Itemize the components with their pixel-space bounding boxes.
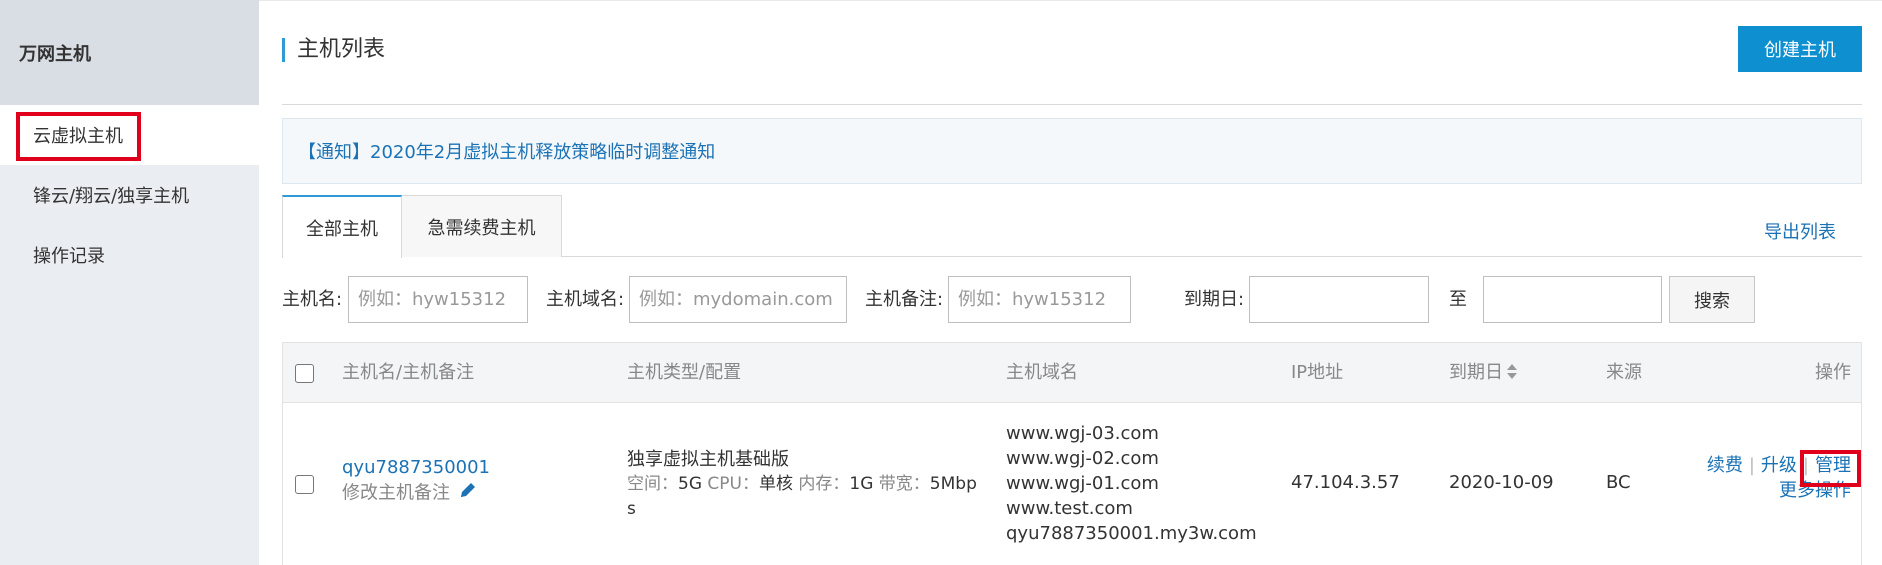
column-header-ip: IP地址 <box>1291 362 1344 383</box>
tab-label: 全部主机 <box>306 218 378 240</box>
expire-date: 2020-10-09 <box>1449 472 1554 493</box>
export-list-link[interactable]: 导出列表 <box>1764 218 1836 244</box>
column-header-source: 来源 <box>1606 362 1642 383</box>
create-host-button[interactable]: 创建主机 <box>1738 26 1862 72</box>
select-all-checkbox[interactable] <box>295 364 314 383</box>
column-header-expire-label: 到期日 <box>1449 362 1503 383</box>
domain-item: www.test.com <box>1006 498 1133 519</box>
cpu-label: CPU： <box>707 474 759 494</box>
ip-address: 47.104.3.57 <box>1291 472 1400 493</box>
row-checkbox[interactable] <box>295 475 314 494</box>
upgrade-link[interactable]: 升级 <box>1761 455 1797 476</box>
space-value: 5G <box>678 474 702 494</box>
host-table: 主机名/主机备注 主机类型/配置 主机域名 IP地址 到期日 来源 操作 qyu… <box>282 342 1862 565</box>
memory-label: 内存： <box>798 474 850 494</box>
main-content: 主机列表 创建主机 【通知】2020年2月虚拟主机释放策略临时调整通知 全部主机… <box>282 0 1862 565</box>
renew-link[interactable]: 续费 <box>1707 455 1743 476</box>
host-name-link[interactable]: qyu7887350001 <box>342 455 490 480</box>
page-title: 主机列表 <box>282 38 385 62</box>
domain-item: qyu7887350001.my3w.com <box>1006 523 1257 544</box>
column-header-ops: 操作 <box>1815 362 1851 383</box>
cpu-value: 单核 <box>758 474 793 494</box>
notice-banner[interactable]: 【通知】2020年2月虚拟主机释放策略临时调整通知 <box>282 118 1862 184</box>
sidebar: 万网主机 云虚拟主机 锋云/翔云/独享主机 操作记录 <box>0 0 259 565</box>
bandwidth-label: 带宽： <box>878 474 930 494</box>
host-type: 独享虚拟主机基础版 <box>627 449 789 470</box>
column-header-expire[interactable]: 到期日 <box>1449 343 1517 403</box>
sidebar-item-label: 锋云/翔云/独享主机 <box>33 186 190 207</box>
edit-note-label: 修改主机备注 <box>342 482 450 504</box>
pencil-icon[interactable] <box>458 480 478 507</box>
memory-value: 1G <box>849 474 874 494</box>
host-name-input[interactable] <box>348 276 528 323</box>
edit-note-item[interactable]: 修改主机备注 <box>342 480 490 507</box>
filter-bar: 主机名: 主机域名: 主机备注: 到期日: 至 搜索 <box>282 276 1862 323</box>
host-note-input[interactable] <box>948 276 1131 323</box>
column-header-type: 主机类型/配置 <box>627 362 742 383</box>
domain-item: www.wgj-03.com <box>1006 423 1159 444</box>
tab-all-hosts[interactable]: 全部主机 <box>282 195 402 258</box>
source-value: BC <box>1606 472 1631 493</box>
tab-label: 急需续费主机 <box>427 217 536 239</box>
notice-link[interactable]: 【通知】2020年2月虚拟主机释放策略临时调整通知 <box>298 138 715 164</box>
host-name-cell: qyu7887350001 修改主机备注 <box>342 455 490 507</box>
table-header: 主机名/主机备注 主机类型/配置 主机域名 IP地址 到期日 来源 操作 <box>283 343 1861 403</box>
sidebar-title: 万网主机 <box>19 43 91 65</box>
column-header-domain: 主机域名 <box>1006 362 1078 383</box>
host-config: 空间：5G CPU：单核 内存：1G 带宽：5Mbp s <box>627 472 987 522</box>
expire-date-from-input[interactable] <box>1249 276 1429 323</box>
sidebar-item-label: 操作记录 <box>33 246 105 267</box>
tab-bar: 全部主机 急需续费主机 <box>282 195 1862 258</box>
host-domain-input[interactable] <box>629 276 847 323</box>
sidebar-header: 万网主机 <box>0 0 259 105</box>
tab-urgent-renewal[interactable]: 急需续费主机 <box>402 195 562 257</box>
domain-item: www.wgj-02.com <box>1006 448 1159 469</box>
sidebar-item-dedicated-host[interactable]: 锋云/翔云/独享主机 <box>0 165 259 225</box>
expire-date-to-input[interactable] <box>1483 276 1662 323</box>
host-domain-cell: www.wgj-03.com www.wgj-02.com www.wgj-01… <box>1006 421 1257 546</box>
host-domain-label: 主机域名: <box>546 289 625 310</box>
search-button[interactable]: 搜索 <box>1669 276 1755 323</box>
space-label: 空间： <box>627 474 678 494</box>
host-name-label: 主机名: <box>282 289 343 310</box>
host-type-cell: 独享虚拟主机基础版 空间：5G CPU：单核 内存：1G 带宽：5Mbp s <box>627 447 987 522</box>
sort-icon[interactable] <box>1507 362 1517 380</box>
table-row: qyu7887350001 修改主机备注 独享虚拟主机基础版 空间：5G CPU… <box>283 404 1861 565</box>
bandwidth-value: 5Mbp <box>929 474 977 494</box>
expire-date-label: 到期日: <box>1184 289 1245 310</box>
date-range-to-label: 至 <box>1449 289 1467 310</box>
domain-item: www.wgj-01.com <box>1006 473 1159 494</box>
title-divider <box>282 104 1862 105</box>
bandwidth-value-wrap: s <box>627 499 636 519</box>
highlight-box-sidebar <box>16 112 141 161</box>
sidebar-item-operation-log[interactable]: 操作记录 <box>0 225 259 285</box>
host-note-label: 主机备注: <box>865 289 944 310</box>
separator: | <box>1748 455 1755 476</box>
column-header-name: 主机名/主机备注 <box>342 362 475 383</box>
highlight-box-manage <box>1800 450 1861 487</box>
